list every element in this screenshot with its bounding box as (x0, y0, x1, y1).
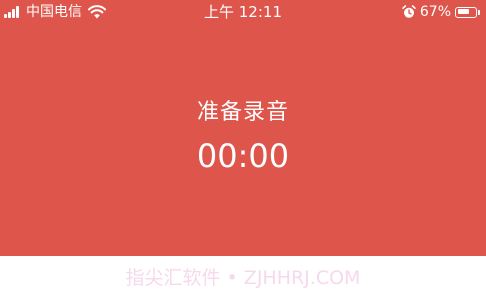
battery-fill (457, 9, 469, 14)
record-status-title: 准备录音 (196, 100, 289, 125)
battery-icon (455, 6, 477, 18)
record-timer: 00:00 (196, 137, 290, 175)
recording-panel[interactable] (0, 0, 486, 256)
alarm-icon (402, 5, 416, 18)
battery-percent: 67% (419, 4, 451, 20)
status-right: 67% (402, 3, 480, 21)
recorder-screen: 中国电信 上午 12:11 67% 准备录音 00:00 指尖汇软件 • ZJH… (0, 0, 486, 300)
status-bar: 中国电信 上午 12:11 67% (0, 0, 486, 24)
watermark-text: 指尖汇软件 • ZJHHRJ.COM (125, 267, 361, 289)
battery-cap (478, 9, 480, 15)
